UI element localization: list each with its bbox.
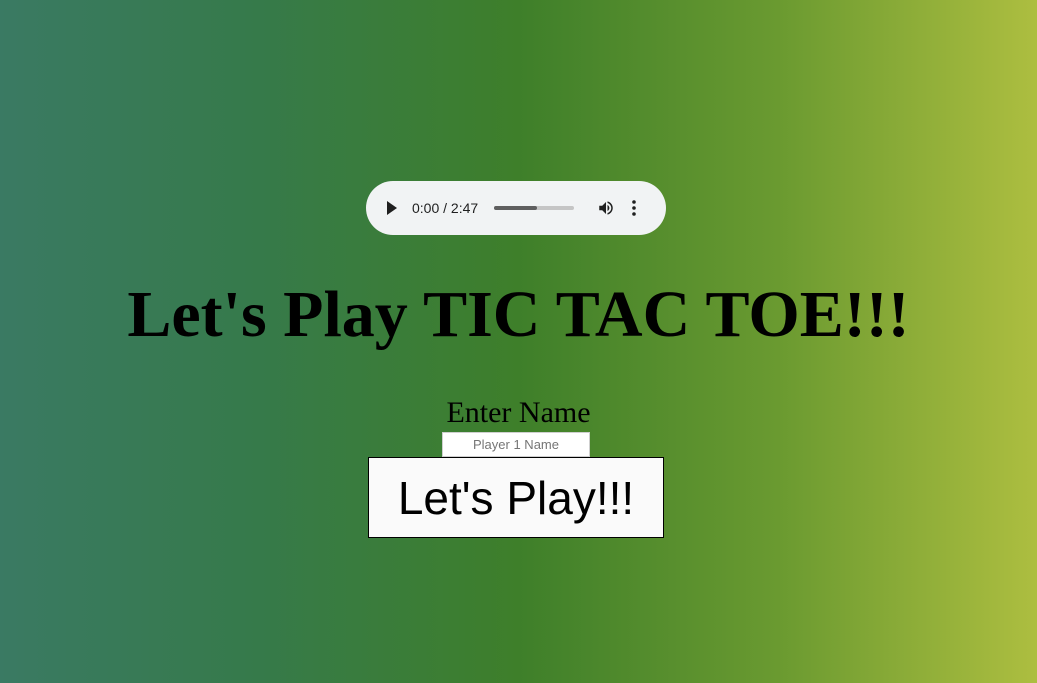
play-icon[interactable] (384, 200, 400, 216)
player-name-input[interactable] (442, 432, 590, 457)
audio-seek-buffered (494, 206, 537, 210)
audio-player: 0:00 / 2:47 (366, 181, 666, 235)
name-label: Enter Name (446, 396, 591, 429)
page-title: Let's Play TIC TAC TOE!!! (127, 278, 910, 351)
more-options-icon[interactable] (628, 198, 640, 218)
volume-icon[interactable] (596, 198, 616, 218)
audio-seek-bar[interactable] (494, 206, 575, 210)
audio-time-display: 0:00 / 2:47 (412, 200, 479, 216)
lets-play-button[interactable]: Let's Play!!! (368, 457, 664, 538)
